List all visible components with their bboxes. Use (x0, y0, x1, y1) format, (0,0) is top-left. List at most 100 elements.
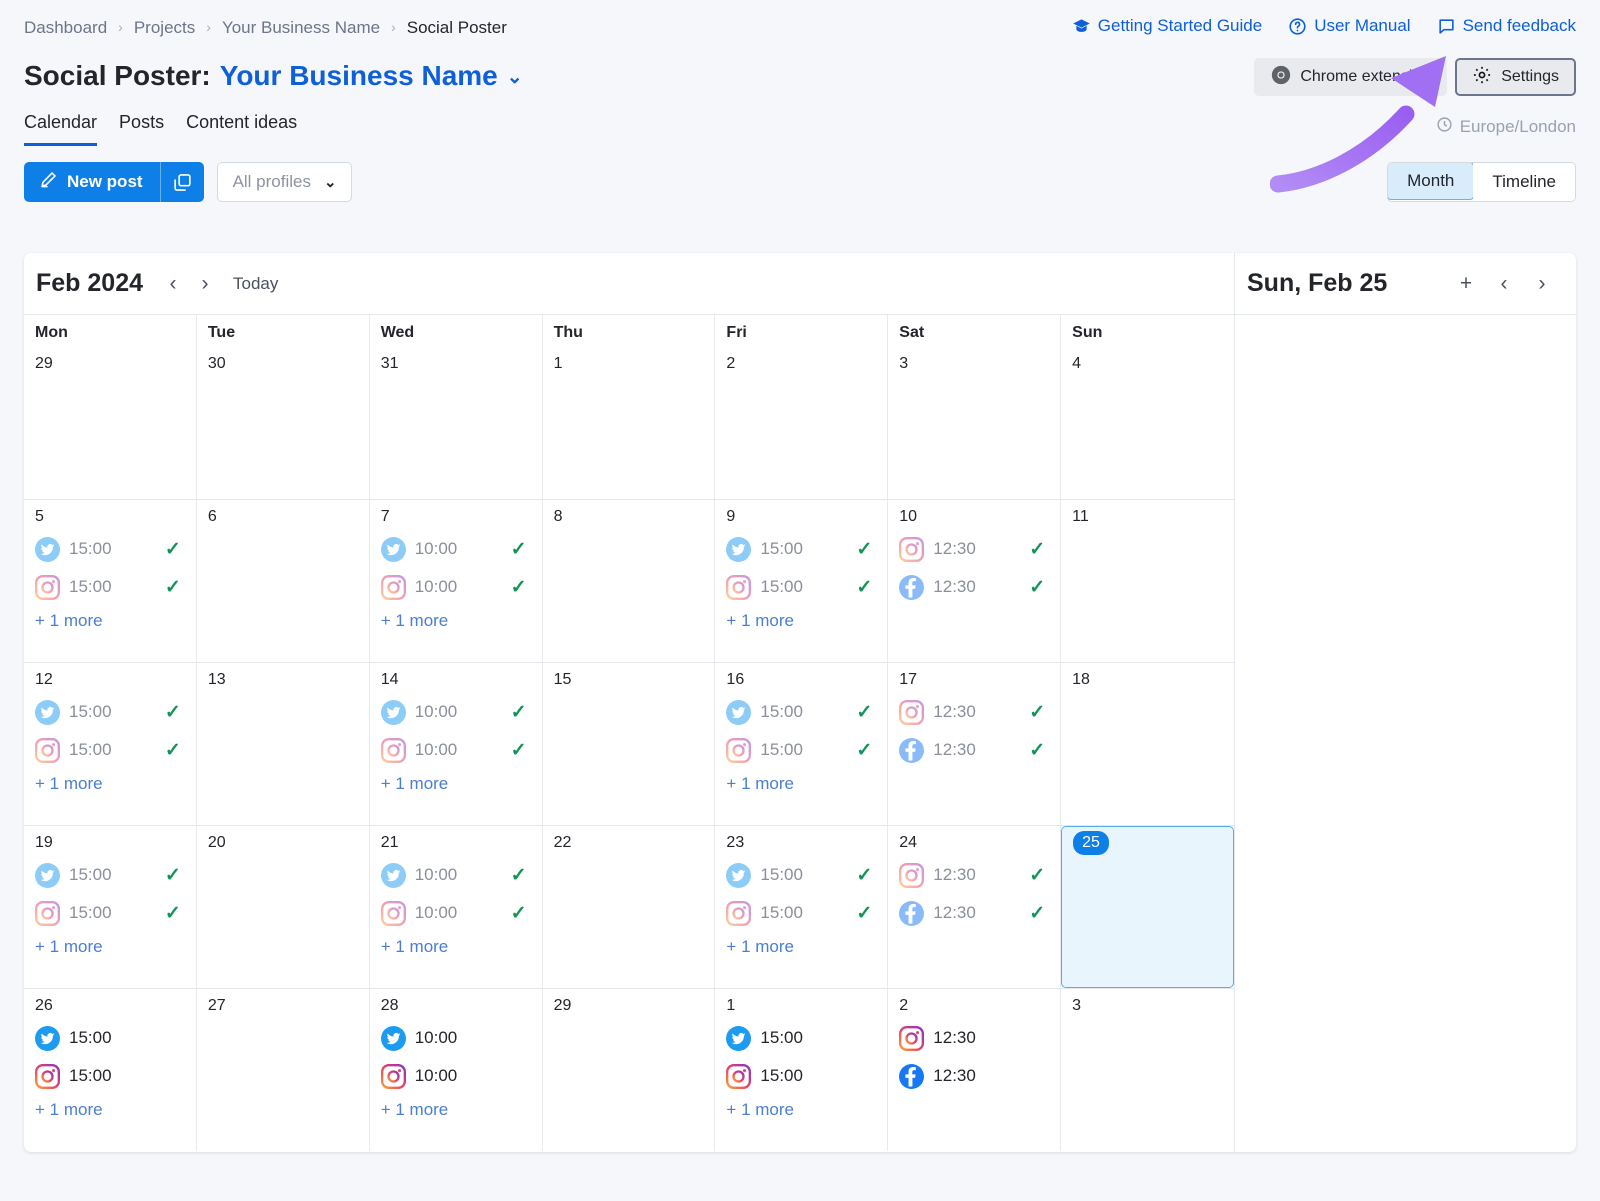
calendar-day-cell[interactable]: 1 15:00 15:00 + 1 more (715, 989, 889, 1151)
calendar-post-item[interactable]: 10:00 ✓ (380, 530, 533, 568)
calendar-post-item[interactable]: 12:30 (899, 1019, 1051, 1057)
add-post-button[interactable]: + (1450, 268, 1482, 300)
calendar-day-cell[interactable]: 3 (1061, 989, 1234, 1151)
show-more-posts-link[interactable]: + 1 more (381, 1095, 533, 1125)
calendar-day-cell[interactable]: 2 12:30 12:30 (888, 989, 1062, 1151)
calendar-post-item[interactable]: 12:30 ✓ (899, 731, 1051, 769)
chrome-extension-button[interactable]: Chrome extension (1254, 58, 1448, 96)
calendar-day-cell[interactable]: 8 (543, 500, 716, 662)
next-month-button[interactable]: › (189, 268, 221, 300)
show-more-posts-link[interactable]: + 1 more (35, 1095, 187, 1125)
calendar-day-cell[interactable]: 18 (1061, 663, 1234, 825)
calendar-post-item[interactable]: 15:00 ✓ (35, 568, 187, 606)
show-more-posts-link[interactable]: + 1 more (35, 606, 187, 636)
calendar-post-item[interactable]: 15:00 (726, 1019, 878, 1057)
tab-content-ideas[interactable]: Content ideas (186, 112, 297, 146)
calendar-day-cell[interactable]: 31 (370, 347, 543, 499)
calendar-day-cell[interactable]: 29 (543, 989, 716, 1151)
calendar-day-cell[interactable]: 28 10:00 10:00 + 1 more (370, 989, 543, 1151)
calendar-post-item[interactable]: 15:00 ✓ (726, 894, 878, 932)
calendar-day-cell[interactable]: 9 15:00 ✓ 15:00 ✓ + 1 more (715, 500, 889, 662)
calendar-day-cell[interactable]: 29 (24, 347, 197, 499)
calendar-post-item[interactable]: 15:00 ✓ (726, 693, 878, 731)
tab-posts[interactable]: Posts (119, 112, 164, 146)
calendar-day-cell[interactable]: 17 12:30 ✓ 12:30 ✓ (888, 663, 1062, 825)
calendar-post-item[interactable]: 15:00 ✓ (726, 856, 878, 894)
calendar-day-cell[interactable]: 22 (543, 826, 716, 988)
calendar-day-cell[interactable]: 30 (197, 347, 370, 499)
calendar-post-item[interactable]: 12:30 (899, 1057, 1051, 1095)
calendar-day-cell[interactable]: 3 (888, 347, 1062, 499)
business-name-selector[interactable]: Your Business Name (220, 60, 498, 92)
show-more-posts-link[interactable]: + 1 more (381, 606, 533, 636)
prev-day-button[interactable]: ‹ (1488, 268, 1520, 300)
calendar-day-cell[interactable]: 10 12:30 ✓ 12:30 ✓ (888, 500, 1062, 662)
profiles-select[interactable]: All profiles ⌄ (216, 162, 352, 202)
calendar-day-cell[interactable]: 27 (197, 989, 370, 1151)
calendar-post-item[interactable]: 15:00 ✓ (35, 894, 187, 932)
next-day-button[interactable]: › (1526, 268, 1558, 300)
top-link-user-manual[interactable]: User Manual (1288, 16, 1411, 36)
calendar-post-item[interactable]: 10:00 (380, 1019, 533, 1057)
show-more-posts-link[interactable]: + 1 more (381, 769, 533, 799)
settings-button[interactable]: Settings (1455, 58, 1576, 96)
calendar-day-cell[interactable]: 6 (197, 500, 370, 662)
show-more-posts-link[interactable]: + 1 more (726, 769, 878, 799)
calendar-post-item[interactable]: 15:00 (35, 1019, 187, 1057)
calendar-day-cell[interactable]: 11 (1061, 500, 1234, 662)
calendar-day-cell[interactable]: 13 (197, 663, 370, 825)
calendar-post-item[interactable]: 15:00 ✓ (726, 530, 878, 568)
calendar-day-cell[interactable]: 20 (197, 826, 370, 988)
calendar-post-item[interactable]: 15:00 (35, 1057, 187, 1095)
show-more-posts-link[interactable]: + 1 more (726, 932, 878, 962)
show-more-posts-link[interactable]: + 1 more (726, 1095, 878, 1125)
calendar-day-cell[interactable]: 12 15:00 ✓ 15:00 ✓ + 1 more (24, 663, 197, 825)
calendar-day-cell[interactable]: 2 (715, 347, 889, 499)
view-toggle-month[interactable]: Month (1388, 163, 1475, 200)
breadcrumb-item-projects[interactable]: Projects (134, 18, 195, 38)
calendar-day-cell[interactable]: 7 10:00 ✓ 10:00 ✓ + 1 more (370, 500, 543, 662)
calendar-day-cell[interactable]: 14 10:00 ✓ 10:00 ✓ + 1 more (370, 663, 543, 825)
calendar-day-cell[interactable]: 26 15:00 15:00 + 1 more (24, 989, 197, 1151)
new-post-button[interactable]: New post (24, 162, 160, 202)
top-link-getting-started-guide[interactable]: Getting Started Guide (1072, 16, 1262, 36)
show-more-posts-link[interactable]: + 1 more (726, 606, 878, 636)
calendar-post-item[interactable]: 15:00 ✓ (35, 530, 187, 568)
calendar-post-item[interactable]: 12:30 ✓ (899, 856, 1051, 894)
breadcrumb-item-your-business-name[interactable]: Your Business Name (222, 18, 380, 38)
calendar-day-cell[interactable]: 23 15:00 ✓ 15:00 ✓ + 1 more (715, 826, 889, 988)
calendar-post-item[interactable]: 10:00 ✓ (380, 568, 533, 606)
calendar-post-item[interactable]: 15:00 ✓ (726, 731, 878, 769)
prev-month-button[interactable]: ‹ (157, 268, 189, 300)
tab-calendar[interactable]: Calendar (24, 112, 98, 146)
breadcrumb-item-dashboard[interactable]: Dashboard (24, 18, 107, 38)
view-toggle-timeline[interactable]: Timeline (1473, 163, 1575, 201)
today-button[interactable]: Today (233, 274, 278, 294)
calendar-post-item[interactable]: 12:30 ✓ (899, 568, 1051, 606)
show-more-posts-link[interactable]: + 1 more (381, 932, 533, 962)
calendar-post-item[interactable]: 15:00 ✓ (35, 693, 187, 731)
calendar-post-item[interactable]: 15:00 (726, 1057, 878, 1095)
calendar-post-item[interactable]: 15:00 ✓ (35, 731, 187, 769)
calendar-day-cell[interactable]: 24 12:30 ✓ 12:30 ✓ (888, 826, 1062, 988)
calendar-post-item[interactable]: 10:00 ✓ (380, 894, 533, 932)
calendar-post-item[interactable]: 10:00 ✓ (380, 856, 533, 894)
calendar-post-item[interactable]: 15:00 ✓ (726, 568, 878, 606)
calendar-day-cell[interactable]: 25 (1061, 826, 1234, 988)
calendar-post-item[interactable]: 10:00 ✓ (380, 693, 533, 731)
top-link-send-feedback[interactable]: Send feedback (1437, 16, 1576, 36)
calendar-day-cell[interactable]: 21 10:00 ✓ 10:00 ✓ + 1 more (370, 826, 543, 988)
duplicate-icon[interactable] (159, 162, 204, 202)
calendar-day-cell[interactable]: 5 15:00 ✓ 15:00 ✓ + 1 more (24, 500, 197, 662)
calendar-post-item[interactable]: 12:30 ✓ (899, 894, 1051, 932)
show-more-posts-link[interactable]: + 1 more (35, 932, 187, 962)
show-more-posts-link[interactable]: + 1 more (35, 769, 187, 799)
calendar-day-cell[interactable]: 16 15:00 ✓ 15:00 ✓ + 1 more (715, 663, 889, 825)
calendar-post-item[interactable]: 15:00 ✓ (35, 856, 187, 894)
chevron-down-icon[interactable]: ⌄ (507, 66, 523, 89)
calendar-day-cell[interactable]: 1 (543, 347, 716, 499)
calendar-post-item[interactable]: 12:30 ✓ (899, 693, 1051, 731)
calendar-day-cell[interactable]: 4 (1061, 347, 1234, 499)
calendar-day-cell[interactable]: 19 15:00 ✓ 15:00 ✓ + 1 more (24, 826, 197, 988)
calendar-post-item[interactable]: 10:00 (380, 1057, 533, 1095)
